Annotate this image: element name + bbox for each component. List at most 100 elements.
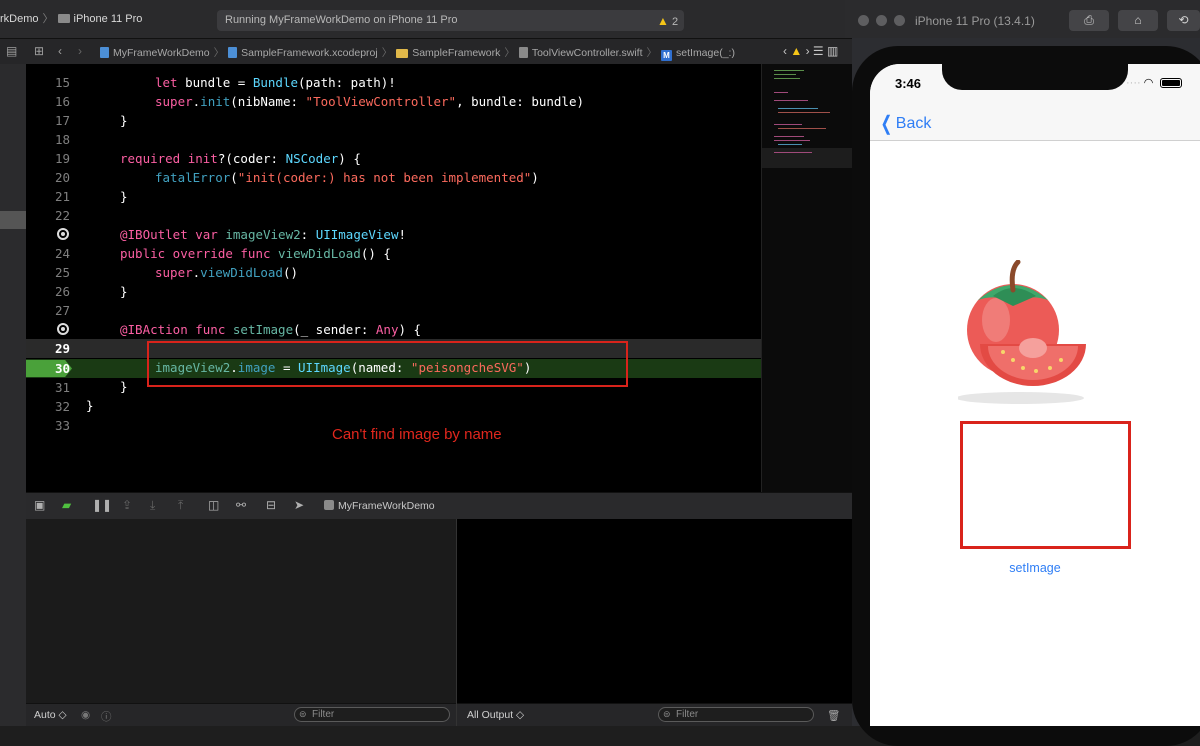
line-number: 29	[54, 341, 70, 356]
breakpoints-toggle-icon[interactable]: ▰	[62, 498, 71, 512]
xcodeproj-icon	[228, 47, 238, 58]
console-filter-input[interactable]: ⊜ Filter	[658, 707, 814, 722]
method-icon: M	[661, 50, 673, 61]
output-mode-select[interactable]: All Output ◇	[467, 709, 524, 721]
status-time: 3:46	[895, 76, 922, 91]
chevron-left-icon: ❮	[880, 113, 893, 135]
device-screen[interactable]: 3:46 ···· ◠ ❮ Back setImage	[870, 64, 1200, 726]
filter-icon: ⊜	[299, 709, 307, 719]
console-output[interactable]: All Output ◇ ⊜ Filter 🗑	[456, 519, 853, 726]
variables-bottom-bar: Auto ◇ ◉ ⓘ ⊜ Filter	[26, 703, 456, 726]
filter-placeholder: Filter	[312, 709, 335, 720]
project-icon	[100, 47, 109, 58]
continue-icon[interactable]: ⇪	[122, 498, 132, 512]
breadcrumb-item[interactable]: SampleFramework	[412, 47, 500, 59]
line-number: 16	[54, 94, 70, 109]
view-debugger-icon[interactable]: ◫	[208, 498, 219, 512]
status-icons: ···· ◠	[1126, 76, 1153, 89]
line-number: 18	[54, 132, 70, 147]
zoom-window-button[interactable]	[894, 15, 905, 26]
breadcrumb-item[interactable]: setImage(_:)	[676, 47, 735, 59]
simulate-location-icon[interactable]: ➤	[294, 498, 304, 512]
folder-icon	[396, 49, 409, 58]
close-window-button[interactable]	[858, 15, 869, 26]
device-name[interactable]: iPhone 11 Pro	[74, 13, 143, 25]
variables-filter-input[interactable]: ⊜ Filter	[294, 707, 450, 722]
scheme-selector[interactable]: rkDemo 〉 iPhone 11 Pro	[0, 10, 142, 26]
home-button[interactable]: ⌂	[1118, 10, 1158, 31]
code-line: public override func viewDidLoad() {	[120, 246, 391, 261]
output-mode-label: All Output	[467, 709, 514, 721]
back-nav-icon[interactable]: ‹	[58, 44, 62, 58]
set-image-button[interactable]: setImage	[990, 561, 1080, 575]
minimap-line	[774, 70, 804, 71]
minimap-line	[774, 100, 808, 101]
battery-icon	[1160, 78, 1182, 88]
line-number: 26	[54, 284, 70, 299]
breadcrumb: MyFrameWorkDemo 〉 SampleFramework.xcodepro…	[100, 45, 735, 61]
minimap-line	[774, 124, 802, 125]
scope-label: Auto	[34, 709, 56, 721]
code-line: required init?(coder: NSCoder) {	[120, 151, 361, 166]
image-view-placeholder	[960, 421, 1131, 549]
activity-status: Running MyFrameWorkDemo on iPhone 11 Pro…	[217, 10, 684, 31]
breadcrumb-item[interactable]: SampleFramework.xcodeproj	[241, 47, 378, 59]
breadcrumb-item[interactable]: MyFrameWorkDemo	[113, 47, 210, 59]
memory-graph-icon[interactable]: ⚯	[236, 498, 246, 512]
code-line: }	[120, 379, 128, 394]
code-line: @IBAction func setImage(_ sender: Any) {	[120, 322, 422, 337]
minimap-line	[774, 140, 810, 141]
screenshot-button[interactable]: ⎙	[1069, 10, 1109, 31]
breadcrumb-item[interactable]: ToolViewController.swift	[532, 47, 643, 59]
jump-bar: ▤ ⊞ ‹ › MyFrameWorkDemo 〉 SampleFramework.…	[0, 39, 852, 65]
warning-indicator[interactable]: ▲ 2	[657, 14, 678, 28]
warning-icon: ▲	[657, 14, 669, 28]
minimap-line	[774, 136, 804, 137]
issue-nav-controls[interactable]: ‹ ▲ › ☰ ▥	[783, 44, 838, 58]
warning-icon: ▲	[790, 44, 803, 58]
environment-overrides-icon[interactable]: ⊟	[266, 498, 276, 512]
quick-look-icon[interactable]: ◉	[81, 709, 90, 721]
minimap-line	[774, 78, 800, 79]
minimap[interactable]	[761, 64, 853, 492]
signal-icon: ····	[1126, 77, 1141, 89]
hide-debug-area-icon[interactable]: ▣	[34, 498, 45, 512]
step-into-icon[interactable]: ⤓	[150, 498, 155, 513]
status-text: Running MyFrameWorkDemo on iPhone 11 Pro	[225, 14, 458, 26]
scheme-name[interactable]: rkDemo	[0, 13, 39, 25]
code-editor[interactable]: 15 16 17 18 19 20 21 22 24 25 26 27 29 3…	[26, 64, 761, 492]
minimap-line	[778, 144, 802, 145]
code-line: let bundle = Bundle(path: path)!	[155, 75, 396, 90]
action-connection-icon[interactable]	[57, 323, 69, 335]
navigator-selection	[0, 211, 26, 229]
notch	[942, 64, 1128, 90]
line-number: 21	[54, 189, 70, 204]
line-number: 19	[54, 151, 70, 166]
device-icon	[57, 14, 70, 23]
code-line: }	[120, 284, 128, 299]
back-button[interactable]: ❮ Back	[878, 111, 932, 136]
navigation-bar: 3:46 ···· ◠ ❮ Back	[870, 64, 1200, 141]
trash-icon[interactable]: 🗑	[827, 709, 840, 722]
info-icon[interactable]: ⓘ	[101, 709, 112, 724]
minimize-window-button[interactable]	[876, 15, 887, 26]
code-line: super.viewDidLoad()	[155, 265, 299, 280]
instruction-pointer[interactable]: 30	[26, 360, 72, 377]
related-items-icon[interactable]: ▤	[6, 44, 17, 58]
app-icon	[324, 500, 334, 510]
minimap-line	[778, 108, 818, 109]
variables-view[interactable]: Auto ◇ ◉ ⓘ ⊜ Filter	[26, 519, 456, 726]
outlet-connection-icon[interactable]	[57, 228, 69, 240]
process-selector[interactable]: MyFrameWorkDemo	[324, 500, 435, 512]
code-line: super.init(nibName: "ToolViewController"…	[155, 94, 584, 109]
line-number: 25	[54, 265, 70, 280]
forward-nav-icon[interactable]: ›	[78, 44, 82, 58]
rotate-button[interactable]: ⟲	[1167, 10, 1200, 31]
grid-icon[interactable]: ⊞	[34, 44, 44, 58]
pause-icon[interactable]: ❚❚	[92, 498, 112, 512]
console-bottom-bar: All Output ◇ ⊜ Filter 🗑	[457, 703, 853, 726]
line-number: 15	[54, 75, 70, 90]
step-out-icon[interactable]: ⤒	[178, 498, 183, 513]
annotation-note: Can't find image by name	[332, 426, 502, 443]
variables-scope-select[interactable]: Auto ◇	[34, 709, 67, 721]
